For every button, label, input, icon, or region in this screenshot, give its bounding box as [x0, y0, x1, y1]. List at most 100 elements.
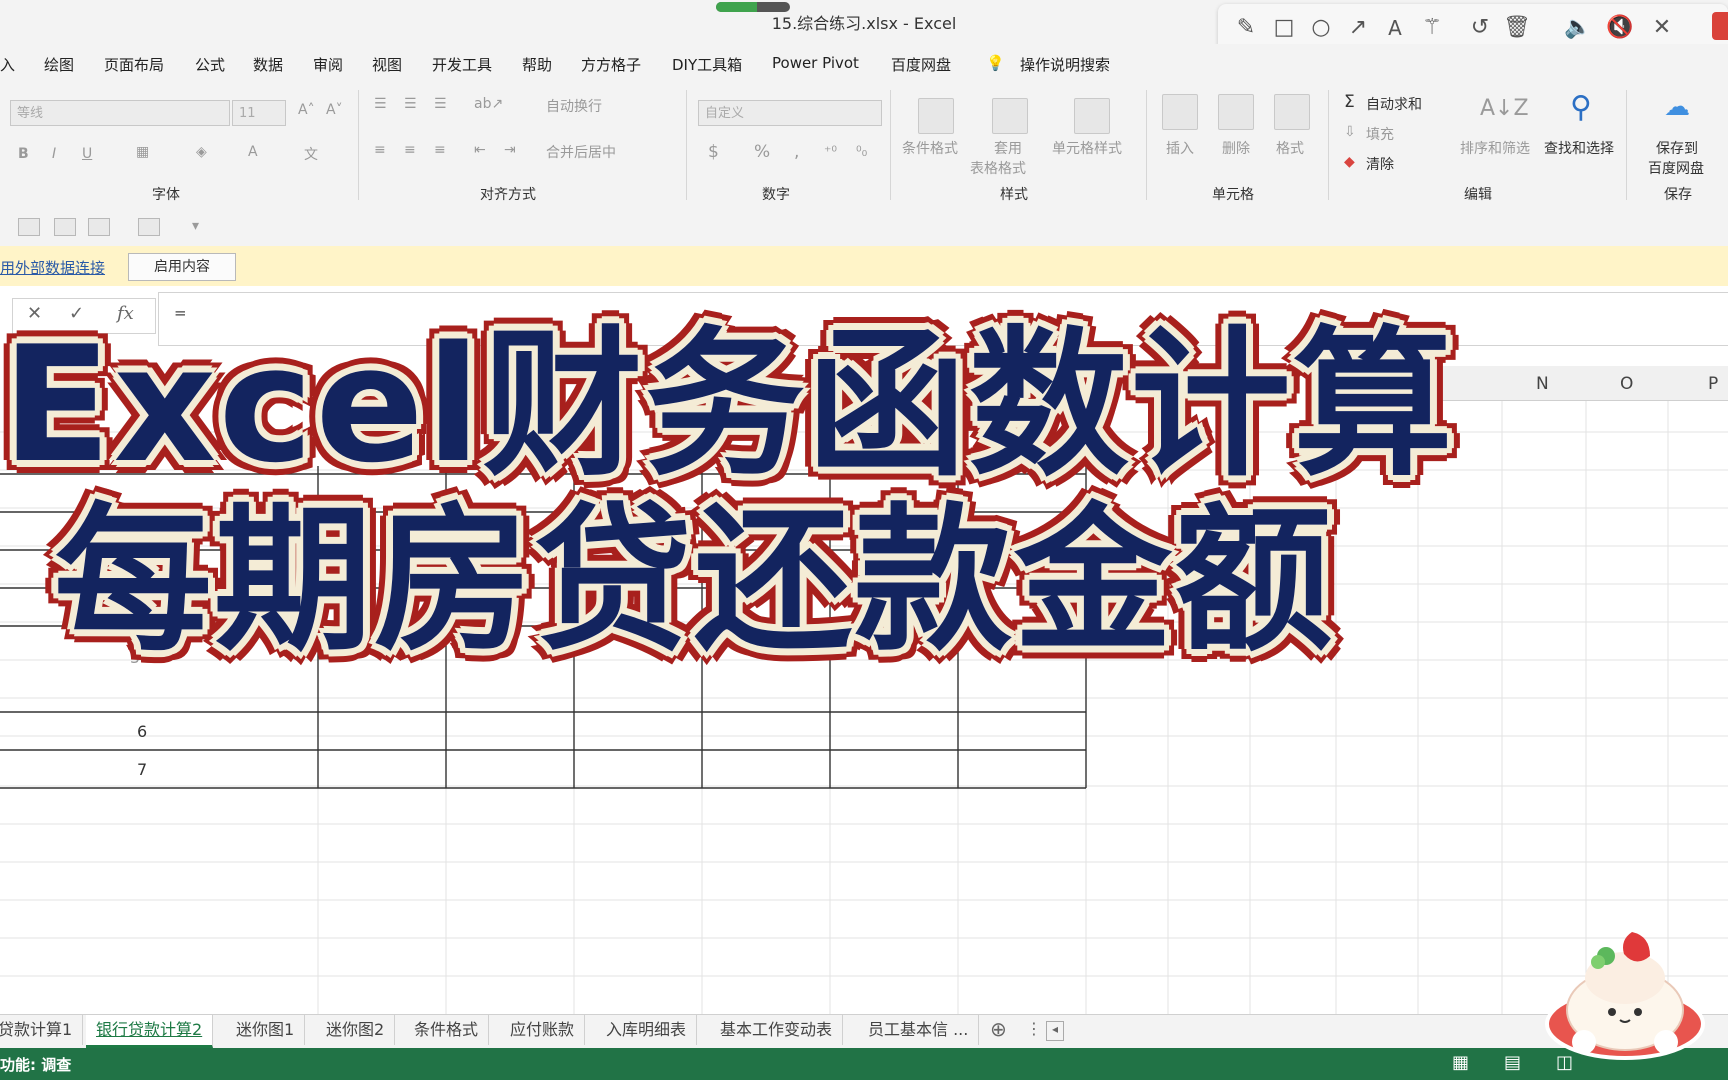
- page-layout-view-icon[interactable]: ▤: [1504, 1052, 1521, 1073]
- arrow-icon[interactable]: ↗: [1344, 14, 1372, 42]
- find-select-button[interactable]: 查找和选择: [1544, 138, 1614, 158]
- sort-filter-icon[interactable]: A↓Z: [1480, 96, 1529, 121]
- normal-view-icon[interactable]: ▦: [1452, 1052, 1469, 1073]
- sheet-tab[interactable]: 贷款计算1: [0, 1015, 84, 1045]
- underline-button[interactable]: U: [82, 146, 92, 162]
- grow-font-icon[interactable]: A˄: [298, 102, 315, 118]
- comma-button[interactable]: ,: [794, 142, 799, 162]
- speaker-icon[interactable]: 🔈: [1564, 14, 1592, 42]
- format-table-button-1[interactable]: 套用: [994, 138, 1022, 158]
- print-preview-icon[interactable]: [18, 218, 40, 236]
- baidu-cloud-icon[interactable]: ☁: [1664, 92, 1690, 122]
- pencil-icon[interactable]: ✎: [1232, 14, 1260, 42]
- delete-cells-icon[interactable]: [1218, 94, 1254, 130]
- number-format-combo[interactable]: 自定义: [698, 100, 882, 126]
- form-icon[interactable]: [88, 218, 110, 236]
- increase-decimal-icon[interactable]: ⁺⁰: [824, 144, 837, 160]
- menu-help[interactable]: 帮助: [522, 54, 552, 75]
- sort-filter-button[interactable]: 排序和筛选: [1460, 138, 1530, 158]
- cell-styles-icon[interactable]: [1074, 98, 1110, 134]
- outline-icon[interactable]: [54, 218, 76, 236]
- menu-developer[interactable]: 开发工具: [432, 54, 492, 75]
- format-table-icon[interactable]: [992, 98, 1028, 134]
- decrease-decimal-icon[interactable]: ⁰₀: [856, 144, 867, 160]
- font-name-combo[interactable]: 等线: [10, 100, 230, 126]
- sheet-tab-active[interactable]: 银行贷款计算2: [86, 1015, 214, 1048]
- customize-qat-icon[interactable]: ▾: [192, 218, 199, 234]
- window-close-button[interactable]: [1712, 12, 1728, 40]
- menu-formulas[interactable]: 公式: [195, 54, 225, 75]
- enable-content-button[interactable]: 启用内容: [128, 253, 236, 281]
- add-sheet-icon[interactable]: ⊕: [990, 1017, 1007, 1041]
- menu-power-pivot[interactable]: Power Pivot: [772, 54, 859, 72]
- format-cells-icon[interactable]: [1274, 94, 1310, 130]
- close-icon[interactable]: ✕: [1648, 14, 1676, 42]
- rectangle-icon[interactable]: □: [1270, 14, 1298, 42]
- sheet-tab[interactable]: 迷你图2: [316, 1015, 396, 1045]
- trash-icon[interactable]: 🗑: [1503, 14, 1531, 42]
- align-top-icon[interactable]: ☰: [374, 96, 387, 112]
- magic-wand-icon[interactable]: ⚚: [1418, 14, 1446, 42]
- text-icon[interactable]: A: [1381, 14, 1409, 42]
- menu-review[interactable]: 审阅: [313, 54, 343, 75]
- menu-diy-toolbox[interactable]: DIY工具箱: [672, 54, 742, 75]
- conditional-format-button[interactable]: 条件格式: [902, 138, 958, 158]
- circle-icon[interactable]: ○: [1307, 14, 1335, 42]
- shrink-font-icon[interactable]: A˅: [326, 102, 343, 118]
- align-right-icon[interactable]: ≡: [434, 142, 446, 158]
- merge-center-button[interactable]: 合并后居中: [546, 142, 616, 162]
- external-data-link[interactable]: 用外部数据连接: [0, 257, 105, 278]
- fill-color-icon[interactable]: ◈: [196, 144, 207, 160]
- bold-button[interactable]: B: [18, 146, 29, 162]
- orientation-icon[interactable]: ab↗: [474, 96, 503, 112]
- conditional-format-icon[interactable]: [918, 98, 954, 134]
- menu-data[interactable]: 数据: [253, 54, 283, 75]
- align-left-icon[interactable]: ≡: [374, 142, 386, 158]
- menu-insert[interactable]: 入: [0, 54, 15, 75]
- column-header-n[interactable]: N: [1536, 374, 1549, 394]
- save-baidu-line2[interactable]: 百度网盘: [1648, 158, 1704, 178]
- clear-button[interactable]: 清除: [1366, 154, 1394, 174]
- increase-indent-icon[interactable]: ⇥: [504, 142, 516, 158]
- sheet-tab[interactable]: 条件格式: [404, 1015, 490, 1045]
- delete-cells-button[interactable]: 删除: [1222, 138, 1250, 158]
- currency-button[interactable]: $: [708, 142, 719, 162]
- more-options-icon[interactable]: ⋮: [1026, 1019, 1042, 1038]
- autosum-button[interactable]: 自动求和: [1366, 94, 1422, 114]
- sheet-tab[interactable]: 入库明细表: [596, 1015, 698, 1045]
- cell-styles-button[interactable]: 单元格样式: [1052, 138, 1122, 158]
- font-color-icon[interactable]: A: [248, 144, 258, 160]
- menu-view[interactable]: 视图: [372, 54, 402, 75]
- picture-icon[interactable]: [138, 218, 160, 236]
- align-middle-icon[interactable]: ☰: [404, 96, 417, 112]
- percent-button[interactable]: %: [754, 142, 770, 162]
- sheet-tab[interactable]: 迷你图1: [226, 1015, 306, 1045]
- wrap-text-button[interactable]: 自动换行: [546, 96, 602, 116]
- italic-button[interactable]: I: [52, 146, 56, 162]
- format-table-button-2[interactable]: 表格格式: [970, 158, 1026, 178]
- undo-icon[interactable]: ↺: [1466, 14, 1494, 42]
- sheet-tab[interactable]: 基本工作变动表: [710, 1015, 844, 1045]
- sheet-tab[interactable]: 应付账款: [500, 1015, 586, 1045]
- decrease-indent-icon[interactable]: ⇤: [474, 142, 486, 158]
- align-center-icon[interactable]: ≡: [404, 142, 416, 158]
- save-baidu-line1[interactable]: 保存到: [1656, 138, 1698, 158]
- phonetic-icon[interactable]: 文: [304, 144, 318, 164]
- menu-fangfang[interactable]: 方方格子: [581, 54, 641, 75]
- font-size-combo[interactable]: 11: [232, 100, 286, 126]
- align-bottom-icon[interactable]: ☰: [434, 96, 447, 112]
- find-icon[interactable]: ⚲: [1570, 90, 1592, 125]
- mute-icon[interactable]: 🔇: [1606, 14, 1634, 42]
- insert-cells-icon[interactable]: [1162, 94, 1198, 130]
- menu-draw[interactable]: 绘图: [44, 54, 74, 75]
- border-icon[interactable]: ▦: [136, 144, 149, 160]
- scroll-left-icon[interactable]: ◂: [1046, 1021, 1064, 1041]
- format-cells-button[interactable]: 格式: [1276, 138, 1304, 158]
- insert-cells-button[interactable]: 插入: [1166, 138, 1194, 158]
- column-header-o[interactable]: O: [1620, 374, 1633, 394]
- sheet-tab[interactable]: 员工基本信 ...: [858, 1015, 980, 1045]
- column-header-p[interactable]: P: [1708, 374, 1718, 394]
- tell-me-search[interactable]: 操作说明搜索: [1020, 54, 1110, 75]
- menu-baidu-netdisk[interactable]: 百度网盘: [891, 54, 951, 75]
- fill-button[interactable]: 填充: [1366, 124, 1394, 144]
